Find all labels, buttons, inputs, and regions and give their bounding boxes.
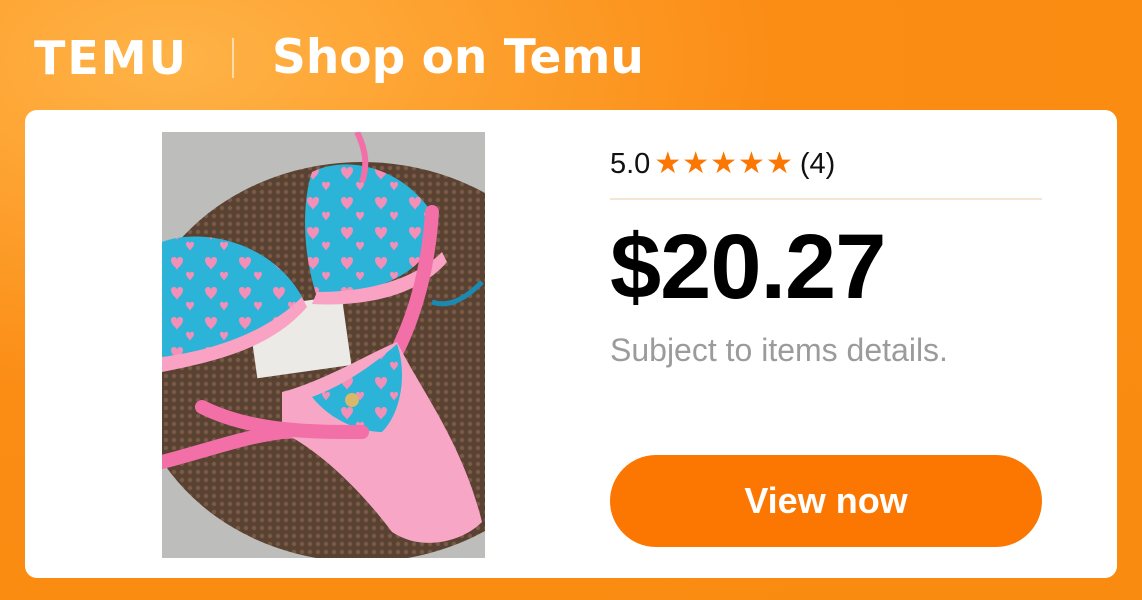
- star-icon: ★: [682, 147, 710, 180]
- product-image[interactable]: [162, 132, 485, 558]
- product-card[interactable]: 5.0 ★ ★ ★ ★ ★ (4) $20.27 Subject to item…: [25, 110, 1117, 578]
- header-title[interactable]: Shop on Temu: [272, 28, 644, 88]
- rating-row: 5.0 ★ ★ ★ ★ ★ (4): [610, 146, 835, 182]
- star-icon: ★: [654, 147, 682, 180]
- star-icon: ★: [710, 147, 738, 180]
- star-icon: ★: [738, 147, 765, 180]
- product-price: $20.27: [610, 216, 886, 318]
- view-now-button[interactable]: View now: [610, 455, 1042, 547]
- product-photo-icon: [162, 132, 485, 558]
- price-note: Subject to items details.: [610, 332, 948, 368]
- star-rating: ★ ★ ★ ★ ★: [654, 149, 794, 179]
- rating-divider: [610, 198, 1042, 200]
- review-count: (4): [799, 147, 836, 180]
- temu-logo[interactable]: TEMU: [34, 28, 188, 88]
- ad-header: TEMU Shop on Temu: [0, 0, 1142, 110]
- star-icon: ★: [765, 147, 793, 180]
- rating-value: 5.0: [610, 147, 651, 180]
- header-divider: [232, 38, 234, 78]
